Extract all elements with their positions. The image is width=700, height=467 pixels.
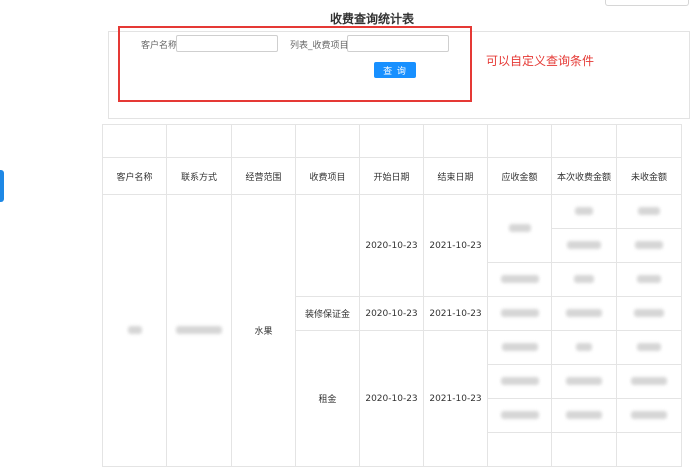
table-cell — [423, 124, 488, 158]
table-cell — [551, 124, 617, 158]
amount-unpaid-cell — [616, 194, 682, 229]
redacted-value — [566, 309, 602, 317]
end-date-cell: 2021-10-23 — [423, 194, 488, 297]
redacted-value — [635, 241, 663, 249]
redacted-value — [176, 326, 222, 334]
side-panel-tab[interactable] — [0, 170, 4, 202]
amount-paid-cell — [551, 228, 617, 263]
table-cell — [359, 124, 424, 158]
redacted-value — [575, 207, 593, 215]
redacted-value — [500, 309, 539, 317]
redacted-value — [500, 275, 539, 283]
start-date-cell: 2020-10-23 — [359, 330, 424, 467]
redacted-value — [566, 411, 602, 419]
redacted-value — [501, 343, 538, 351]
table-header-row: 客户名称 联系方式 经营范围 收费项目 开始日期 结束日期 应收金额 本次收费金… — [102, 157, 682, 195]
amount-paid-cell — [551, 194, 617, 229]
page-title: 收费查询统计表 — [330, 12, 415, 26]
table-cell — [102, 124, 167, 158]
redacted-value — [574, 275, 594, 283]
amount-due-cell — [487, 432, 552, 467]
contact-cell — [166, 194, 232, 467]
header-amount-due: 应收金额 — [487, 157, 552, 195]
redacted-value — [637, 275, 661, 283]
redacted-value — [638, 207, 660, 215]
header-end-date: 结束日期 — [423, 157, 488, 195]
table-cell — [231, 124, 296, 158]
redacted-value — [508, 224, 531, 232]
header-amount-unpaid: 未收金额 — [616, 157, 682, 195]
amount-due-cell — [487, 330, 552, 365]
amount-paid-cell — [551, 296, 617, 331]
stats-table: 客户名称 联系方式 经营范围 收费项目 开始日期 结束日期 应收金额 本次收费金… — [102, 124, 682, 467]
amount-unpaid-cell — [616, 296, 682, 331]
redacted-value — [637, 343, 661, 351]
redacted-value — [500, 411, 539, 419]
end-date-cell: 2021-10-23 — [423, 296, 488, 331]
amount-paid-cell — [551, 262, 617, 297]
customer-name-cell — [102, 194, 167, 467]
redacted-value — [567, 241, 601, 249]
redacted-value — [127, 326, 142, 334]
redacted-value — [576, 343, 592, 351]
header-charge-item: 收费项目 — [295, 157, 360, 195]
table-row: 水果 2020-10-23 2021-10-23 — [102, 194, 682, 467]
start-date-cell: 2020-10-23 — [359, 194, 424, 297]
table-cell — [487, 124, 552, 158]
redacted-value — [566, 377, 602, 385]
table-cell — [166, 124, 232, 158]
redacted-value — [631, 411, 667, 419]
highlight-box — [118, 26, 472, 102]
amount-unpaid-cell — [616, 330, 682, 365]
header-amount-paid: 本次收费金额 — [551, 157, 617, 195]
amount-due-cell — [487, 364, 552, 399]
annotation-text: 可以自定义查询条件 — [486, 54, 595, 68]
amount-paid-cell — [551, 330, 617, 365]
table-cell — [295, 124, 360, 158]
start-date-cell: 2020-10-23 — [359, 296, 424, 331]
charge-item-cell: 租金 — [295, 330, 360, 467]
header-contact: 联系方式 — [166, 157, 232, 195]
header-start-date: 开始日期 — [359, 157, 424, 195]
table-cell — [616, 124, 682, 158]
header-business-scope: 经营范围 — [231, 157, 296, 195]
top-right-button[interactable] — [605, 0, 689, 6]
amount-paid-cell — [551, 364, 617, 399]
table-spacer-row — [102, 124, 682, 158]
redacted-value — [634, 309, 664, 317]
redacted-value — [631, 377, 667, 385]
amount-unpaid-cell — [616, 432, 682, 467]
amount-unpaid-cell — [616, 262, 682, 297]
amount-due-cell — [487, 194, 552, 263]
header-customer-name: 客户名称 — [102, 157, 167, 195]
charge-item-cell — [295, 194, 360, 297]
redacted-value — [500, 377, 539, 385]
amount-paid-cell — [551, 432, 617, 467]
amount-due-cell — [487, 262, 552, 297]
charge-item-cell: 装修保证金 — [295, 296, 360, 331]
amount-unpaid-cell — [616, 228, 682, 263]
amount-due-cell — [487, 296, 552, 331]
business-scope-cell: 水果 — [231, 194, 296, 467]
amount-unpaid-cell — [616, 364, 682, 399]
end-date-cell: 2021-10-23 — [423, 330, 488, 467]
